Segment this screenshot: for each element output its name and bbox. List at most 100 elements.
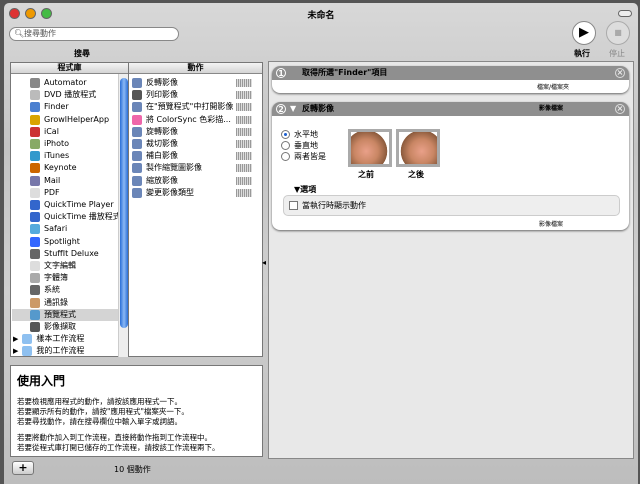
help-line: 若要檢視應用程式的動作，請按該應用程式一下。 [17, 397, 182, 406]
app-icon [30, 139, 40, 149]
library-item-label: Spotlight [44, 236, 80, 246]
library-item[interactable]: iCal [12, 126, 118, 138]
disclosure-triangle-icon[interactable]: ▼ [290, 102, 296, 116]
orientation-option[interactable]: 垂直地 [281, 140, 326, 151]
action-icon [132, 126, 142, 137]
option-label: 水平地 [294, 130, 318, 139]
search-icon: 🔍︎ [14, 29, 25, 38]
app-icon [30, 102, 40, 113]
stop-button[interactable]: ■ [606, 21, 630, 45]
options-disclosure[interactable]: ▼選項 [294, 184, 316, 195]
library-header[interactable]: 程式庫 [11, 63, 128, 74]
library-item[interactable]: 系統 [12, 284, 118, 296]
toolbar-toggle-button[interactable] [618, 10, 632, 17]
run-button[interactable]: ▶ [572, 21, 596, 45]
action-item[interactable]: 反轉影像 [132, 77, 260, 89]
library-item[interactable]: Keynote [12, 162, 118, 174]
library-item[interactable]: 預覽程式 [12, 308, 118, 321]
library-item[interactable]: 文字編輯 [12, 260, 118, 272]
library-item[interactable]: Finder [12, 101, 118, 113]
library-item[interactable]: Spotlight [12, 236, 118, 248]
app-icon [30, 285, 40, 296]
step-output: 檔案/檔案夾 [537, 84, 570, 91]
library-scrollbar[interactable] [118, 74, 128, 357]
orientation-option[interactable]: 水平地 [281, 129, 326, 140]
library-item[interactable]: Mail [12, 175, 118, 187]
disclosure-triangle-icon[interactable]: ▶ [13, 333, 18, 345]
orientation-option[interactable]: 兩者皆是 [281, 151, 326, 162]
library-item[interactable]: PDF [12, 187, 118, 199]
library-item-label: iTunes [44, 151, 70, 161]
search-label: 搜尋 [74, 49, 90, 58]
action-item[interactable]: 裁切影像 [132, 138, 260, 150]
search-input[interactable]: 🔍︎ 搜尋動作 [9, 27, 179, 41]
radio-button[interactable] [281, 130, 290, 139]
app-icon [30, 236, 40, 247]
library-item[interactable]: 影像擷取 [12, 321, 118, 333]
action-drag-handle[interactable] [236, 91, 252, 100]
action-icon [132, 114, 142, 125]
library-folder[interactable]: ▶ 我的工作流程 [13, 345, 84, 357]
library-item[interactable]: QuickTime 播放程式 [12, 211, 121, 223]
library-item-label: 字體簿 [44, 273, 68, 283]
actions-header[interactable]: 動作 [129, 63, 262, 74]
radio-button[interactable] [281, 141, 290, 150]
action-drag-handle[interactable] [236, 176, 252, 185]
library-item-label: 預覽程式 [44, 309, 76, 319]
action-item-label: 將 ColorSync 色彩描... [146, 114, 231, 124]
radio-button[interactable] [281, 152, 290, 161]
library-item-label: Finder [44, 102, 69, 112]
library-item[interactable]: QuickTime Player [12, 199, 118, 211]
action-item-label: 縮放影像 [146, 175, 178, 185]
library-item[interactable]: StuffIt Deluxe [12, 248, 118, 260]
library-item[interactable]: iTunes [12, 150, 118, 162]
scroll-thumb[interactable] [120, 78, 128, 328]
library-item-label: Safari [44, 224, 68, 234]
action-drag-handle[interactable] [236, 140, 252, 148]
app-icon [30, 248, 40, 259]
action-drag-handle[interactable] [236, 188, 252, 197]
app-icon [30, 322, 40, 332]
library-item-label: QuickTime Player [44, 200, 114, 209]
remove-step-icon[interactable]: × [615, 104, 625, 114]
search-placeholder: 搜尋動作 [24, 29, 56, 38]
library-item[interactable]: Automator [12, 77, 118, 89]
action-drag-handle[interactable] [236, 79, 252, 87]
split-handle[interactable]: ◂ [262, 258, 266, 267]
show-when-run-checkbox[interactable] [289, 201, 298, 210]
action-item[interactable]: 將 ColorSync 色彩描... [132, 114, 260, 126]
library-item[interactable]: Safari [12, 223, 118, 235]
action-item[interactable]: 變更影像類型 [132, 187, 260, 199]
action-drag-handle[interactable] [236, 115, 252, 124]
before-label: 之前 [358, 170, 374, 179]
action-item[interactable]: 縮放影像 [132, 175, 260, 187]
library-item[interactable]: iPhoto [12, 138, 118, 150]
action-drag-handle[interactable] [236, 103, 252, 112]
workflow-step-2[interactable]: 2 ▼ 反轉影像 影像檔案 × 水平地 垂直地 兩者皆是 之前 之後 ▼選項 當執行時顯示動… [272, 102, 629, 230]
library-folder[interactable]: ▶ 樣本工作流程 [13, 333, 84, 345]
library-item[interactable]: DVD 播放程式 [12, 89, 118, 101]
add-button[interactable]: + [12, 461, 34, 475]
app-icon [30, 309, 40, 320]
library-item[interactable]: 通訊錄 [12, 297, 118, 309]
action-item[interactable]: 旋轉影像 [132, 126, 260, 138]
remove-step-icon[interactable]: × [615, 68, 625, 78]
stop-icon: ■ [614, 28, 622, 37]
app-icon [30, 261, 40, 271]
action-item[interactable]: 列印影像 [132, 89, 260, 101]
library-item[interactable]: GrowlHelperApp [12, 114, 118, 126]
action-drag-handle[interactable] [236, 164, 252, 173]
action-item[interactable]: 在"預覽程式"中打開影像 [132, 101, 260, 113]
app-icon [30, 187, 40, 198]
workflow-step-1[interactable]: 1 取得所選"Finder"項目 × 檔案/檔案夾 [272, 66, 629, 93]
action-drag-handle[interactable] [236, 152, 252, 161]
disclosure-triangle-icon[interactable]: ▶ [13, 345, 18, 357]
library-item-label: 文字編輯 [44, 261, 76, 270]
library-item-label: QuickTime 播放程式 [44, 212, 121, 222]
action-icon [132, 139, 142, 149]
action-item[interactable]: 製作縮覽圖影像 [132, 162, 260, 174]
action-item[interactable]: 補白影像 [132, 150, 260, 162]
library-item[interactable]: 字體簿 [12, 272, 118, 284]
library-item-label: Automator [44, 78, 87, 87]
action-drag-handle[interactable] [236, 127, 252, 136]
